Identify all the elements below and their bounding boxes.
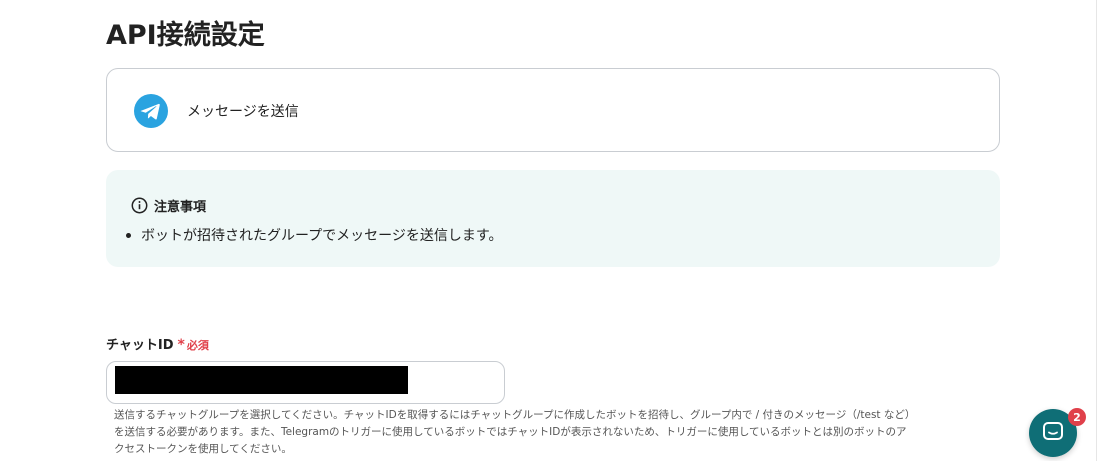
- chat-id-input[interactable]: [106, 361, 505, 404]
- chat-icon: [1043, 422, 1063, 440]
- notice-box: 注意事項 ボットが招待されたグループでメッセージを送信します。: [106, 170, 1000, 267]
- chat-id-label-row: チャットID * 必須: [106, 334, 209, 353]
- redacted-value: [115, 366, 408, 394]
- notification-badge: 2: [1068, 408, 1086, 426]
- chat-id-help-text: 送信するチャットグループを選択してください。チャットIDを取得するにはチャットグ…: [114, 409, 911, 455]
- telegram-icon: [134, 94, 168, 128]
- notice-header: 注意事項: [131, 196, 206, 215]
- right-divider: [1096, 0, 1097, 461]
- notice-title: 注意事項: [154, 200, 207, 215]
- action-label: メッセージを送信: [187, 104, 299, 120]
- required-text: 必須: [186, 339, 209, 352]
- required-asterisk: *: [177, 337, 185, 353]
- notice-item-text: ボットが招待されたグループでメッセージを送信します。: [141, 228, 503, 244]
- action-card-send-message[interactable]: メッセージを送信: [106, 68, 1000, 152]
- page-title: API接続設定: [106, 20, 265, 51]
- chat-id-label: チャットID: [106, 338, 174, 353]
- notice-item: ボットが招待されたグループでメッセージを送信します。: [126, 225, 502, 245]
- info-icon: [131, 197, 148, 214]
- bullet-icon: [126, 232, 131, 238]
